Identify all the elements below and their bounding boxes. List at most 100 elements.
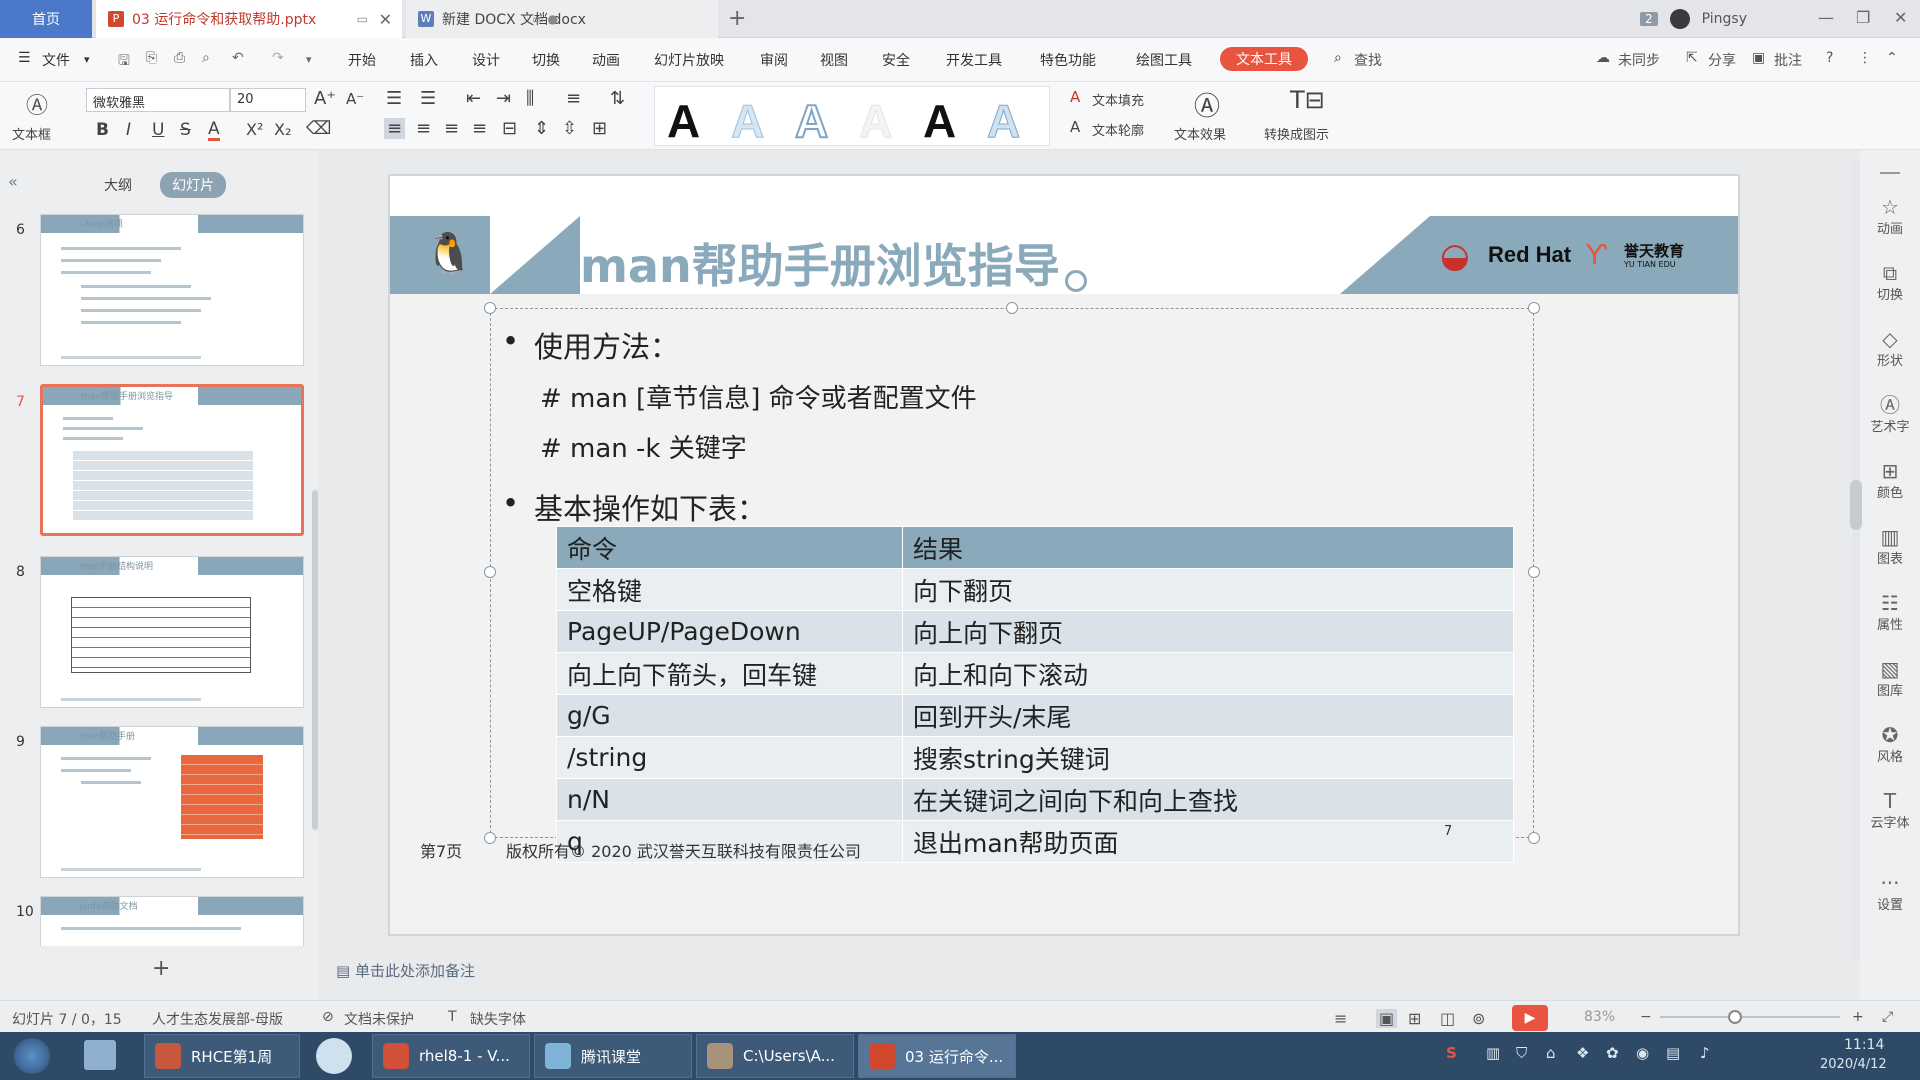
slide-thumbnail-8[interactable]: man手册结构说明 [40,556,304,708]
menu-slideshow[interactable]: 幻灯片放映 [654,50,724,70]
vertical-align-icon[interactable]: ⇳ [562,118,577,139]
slide-thumbnail-9[interactable]: man帮助手册 [40,726,304,878]
undo-icon[interactable]: ↶ [232,50,244,66]
resize-handle[interactable] [1528,302,1540,314]
bullet-usage[interactable]: 使用方法： [534,324,679,366]
search-icon[interactable]: ⌕ [1334,50,1342,66]
tray-app-icon[interactable]: ▥ [1486,1044,1500,1062]
textbox-label[interactable]: 文本框 [12,124,51,143]
menu-drawing-tools[interactable]: 绘图工具 [1136,50,1192,70]
subscript-icon[interactable]: X₂ [274,120,291,139]
align-right-icon[interactable]: ≡ [444,118,459,139]
convert-to-diagram-icon[interactable]: T⊟ [1290,86,1325,114]
font-color-icon[interactable]: A [208,120,220,141]
user-name[interactable]: Pingsy [1702,11,1747,27]
search-label[interactable]: 查找 [1354,50,1382,70]
close-icon[interactable]: ✕ [379,10,392,29]
strikethrough-icon[interactable]: S [180,120,191,140]
justify-icon[interactable]: ≡ [472,118,487,139]
font-name-select[interactable]: 微软雅黑 [86,88,230,112]
app-icon[interactable] [84,1040,116,1070]
bullet-list-icon[interactable]: ☰ [386,88,402,109]
start-button-icon[interactable] [14,1038,50,1074]
rotate-handle-icon[interactable] [1065,270,1087,292]
menu-design[interactable]: 设计 [472,50,500,70]
avatar[interactable] [1669,9,1690,29]
distribute-icon[interactable]: ⊟ [502,118,517,139]
tray-app-icon[interactable]: ⌂ [1546,1044,1556,1062]
text-effect-button[interactable]: 文本效果 [1174,124,1226,143]
text-direction-icon[interactable]: ⇅ [610,88,625,109]
slide-thumbnail-7[interactable]: man帮助手册浏览指导 [40,384,304,536]
input-method-icon[interactable]: S [1446,1044,1457,1062]
man-commands-table[interactable]: 命令 结果 空格键 向下翻页 PageUP/PageDown 向上向下翻页 向上向下… [556,526,1514,863]
document-protect-status[interactable]: 文档未保护 [344,1009,414,1029]
code-line-man-k[interactable]: # man -k 关键字 [540,428,747,465]
hamburger-icon[interactable]: ☰ [18,50,31,66]
scrollbar-thumb[interactable] [1850,480,1862,530]
presenter-view-icon[interactable]: ⊚ [1472,1009,1485,1028]
textbox-icon[interactable]: Ⓐ [26,88,48,120]
tab-pptx-document[interactable]: P 03 运行命令和获取帮助.pptx ▭ ✕ [96,0,402,38]
panel-scrollbar[interactable] [312,490,318,830]
text-outline-button[interactable]: 文本轮廓 [1092,120,1144,139]
restore-icon[interactable]: ❐ [1856,8,1870,27]
pane-cloud-font[interactable]: T 云字体 [1860,790,1920,831]
chevron-down-icon[interactable]: ▾ [84,53,90,66]
menu-file[interactable]: 文件 [42,50,70,70]
increase-font-icon[interactable]: A⁺ [314,88,336,109]
add-slide-button[interactable]: + [152,956,170,981]
columns-icon[interactable]: ⫼ [526,88,534,109]
normal-view-icon[interactable]: ▣ [1376,1009,1398,1028]
menu-insert[interactable]: 插入 [410,50,438,70]
bullet-basic-ops[interactable]: 基本操作如下表： [534,486,766,528]
code-line-man-section[interactable]: # man [章节信息] 命令或者配置文件 [540,378,977,415]
underline-icon[interactable]: U [152,120,164,140]
zoom-level[interactable]: 83% [1584,1009,1615,1025]
resize-handle[interactable] [1528,566,1540,578]
play-slideshow-button[interactable]: ▶ [1512,1005,1548,1031]
sogou-icon[interactable] [316,1038,352,1074]
text-style-light-blue[interactable]: A [730,97,764,146]
tab-docx-document[interactable]: W 新建 DOCX 文档.docx ▭ ● [406,0,718,38]
pane-color[interactable]: ⊞ 颜色 [1860,460,1920,501]
font-size-select[interactable]: 20 [230,88,306,112]
help-icon[interactable]: ? [1826,50,1833,66]
numbered-list-icon[interactable]: ☰ [420,88,436,109]
increase-indent-icon[interactable]: ⇥ [496,88,511,109]
slide-title[interactable]: man帮助手册浏览指导 [580,230,1060,296]
pane-properties[interactable]: ☷ 属性 [1860,592,1920,633]
pane-style[interactable]: ✪ 风格 [1860,724,1920,765]
collapse-bar-icon[interactable] [1880,172,1900,174]
superscript-icon[interactable]: X² [246,120,263,139]
redo-icon[interactable]: ↷ [272,50,284,66]
pane-animation[interactable]: ☆ 动画 [1860,196,1920,237]
tray-app-icon[interactable]: ▤ [1666,1044,1680,1062]
tray-app-icon[interactable]: ✿ [1606,1044,1619,1062]
preview-icon[interactable]: ⌕ [202,50,210,66]
zoom-slider-knob[interactable] [1728,1010,1742,1024]
bold-icon[interactable]: B [96,120,109,140]
tab-slides[interactable]: 幻灯片 [160,172,227,198]
sorter-view-icon[interactable]: ⊞ [1408,1009,1421,1028]
missing-font-status[interactable]: 缺失字体 [470,1009,526,1029]
line-spacing-icon[interactable]: ≡ [566,88,581,109]
tray-app-icon[interactable]: ◉ [1636,1044,1649,1062]
taskbar-item-rhel-vm[interactable]: rhel8-1 - V... [372,1034,530,1078]
notification-badge[interactable]: 2 [1640,12,1658,26]
slide-canvas[interactable]: 🐧 man帮助手册浏览指导 ◒ Red Hat Ƴ 誉天教育 YU TIAN E… [388,174,1740,936]
template-name[interactable]: 人才生态发展部-母版 [152,1009,283,1029]
taskbar-item-explorer[interactable]: C:\Users\A... [696,1034,854,1078]
tab-outline[interactable]: 大纲 [92,172,144,198]
align-center-icon[interactable]: ≡ [416,118,431,139]
more-icon[interactable]: ⋮ [1858,50,1872,66]
notes-area[interactable]: ▤ 单击此处添加备注 [336,960,475,981]
resize-handle[interactable] [1528,832,1540,844]
menu-developer[interactable]: 开发工具 [946,50,1002,70]
text-style-solid-black[interactable]: A [667,97,700,145]
print-icon[interactable]: ⎙ [174,50,185,66]
export-pdf-icon[interactable]: ⎘ [146,50,157,66]
minimize-icon[interactable]: — [1818,8,1834,27]
paragraph-spacing-icon[interactable]: ⇕ [534,118,549,139]
slide-thumbnail-10[interactable]: pinfo帮助文档 [40,896,304,946]
